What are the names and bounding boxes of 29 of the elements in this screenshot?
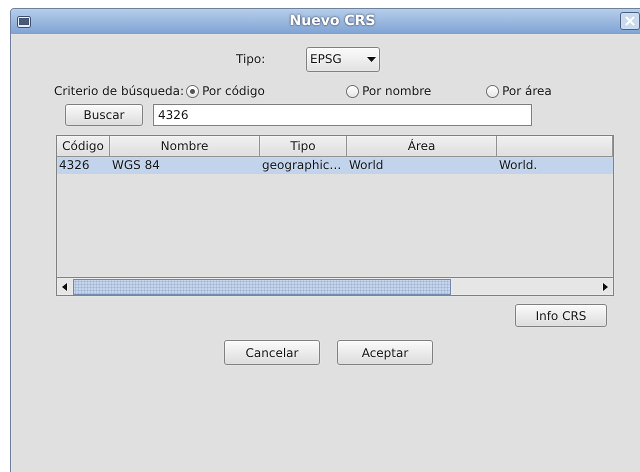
column-header[interactable]: Código — [57, 136, 110, 157]
radio-option[interactable]: Por código — [186, 82, 346, 100]
dialog-button[interactable]: Cancelar — [224, 340, 320, 365]
window-menu-icon[interactable] — [17, 16, 31, 28]
search-criteria-label: Criterio de búsqueda: — [54, 83, 184, 100]
dropdown-value: EPSG — [310, 51, 342, 68]
search-button[interactable]: Buscar — [65, 104, 143, 126]
table-cell-text: 4326 — [58, 157, 91, 174]
info-crs-button[interactable]: Info CRS — [515, 304, 607, 327]
column-header[interactable]: Área — [347, 136, 497, 157]
table-cell-text: World. — [498, 157, 538, 174]
search-field[interactable]: 4326 — [153, 104, 532, 126]
radio-option[interactable]: Por nombre — [346, 82, 486, 100]
table-cell-text: World — [348, 157, 384, 174]
table-cell-text: WGS 84 — [111, 157, 161, 174]
type-label: Tipo: — [236, 51, 266, 68]
dialog-button[interactable]: Aceptar — [337, 340, 433, 365]
close-button[interactable] — [620, 12, 640, 30]
scrollbar-thumb[interactable] — [73, 278, 451, 294]
close-icon — [624, 16, 636, 26]
column-header[interactable]: Tipo — [260, 136, 347, 157]
window-title: Nuevo CRS — [290, 12, 376, 31]
dropdown-arrow-icon — [367, 56, 376, 62]
type-dropdown[interactable]: EPSG — [306, 46, 380, 72]
column-header[interactable]: Nombre — [110, 136, 260, 157]
table-row[interactable]: 4326 WGS 84 geographic… World World. — [57, 157, 613, 174]
radio-option[interactable]: Por área — [486, 82, 586, 100]
horizontal-scrollbar[interactable] — [57, 277, 613, 295]
table-cell-text: geographic… — [261, 157, 342, 174]
